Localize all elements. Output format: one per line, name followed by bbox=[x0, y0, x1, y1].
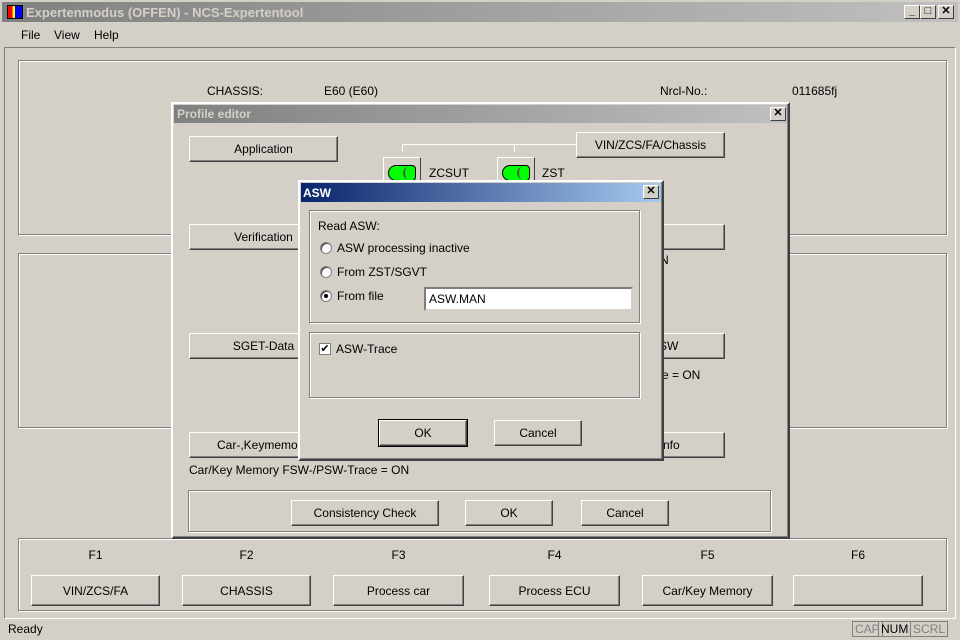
zcsut-label: ZCSUT bbox=[429, 166, 469, 180]
fkey-label-1: F1 bbox=[88, 548, 103, 562]
fkey-label-5: F5 bbox=[700, 548, 715, 562]
chassis-label: CHASSIS: bbox=[207, 84, 264, 98]
fkey-button-2[interactable]: CHASSIS bbox=[182, 575, 311, 606]
fkey-label-3: F3 bbox=[391, 548, 406, 562]
profile-editor-title: Profile editor bbox=[177, 107, 252, 121]
title-bar: Expertenmodus (OFFEN) - NCS-Expertentool… bbox=[0, 0, 960, 24]
consistency-check-button[interactable]: Consistency Check bbox=[291, 500, 439, 526]
asw-ok-button[interactable]: OK bbox=[378, 419, 468, 447]
asw-trace-label[interactable]: ASW-Trace bbox=[336, 342, 397, 356]
fkey-button-4[interactable]: Process ECU bbox=[489, 575, 620, 606]
fkey-label-2: F2 bbox=[239, 548, 254, 562]
partial-status-2: e = ON bbox=[662, 368, 701, 382]
profile-cancel-button[interactable]: Cancel bbox=[581, 500, 669, 526]
profile-editor-close[interactable]: ✕ bbox=[770, 107, 786, 121]
menu-help[interactable]: Help bbox=[94, 28, 119, 42]
profile-ok-button[interactable]: OK bbox=[465, 500, 553, 526]
minimize-button[interactable]: _ bbox=[904, 5, 920, 19]
menu-file[interactable]: File bbox=[21, 28, 40, 42]
asw-close[interactable]: ✕ bbox=[643, 185, 659, 199]
scrl-indicator: SCRL bbox=[910, 621, 949, 637]
menu-view[interactable]: View bbox=[54, 28, 80, 42]
zst-label: ZST bbox=[542, 166, 565, 180]
connector-tick bbox=[514, 144, 515, 152]
nrcl-value: 011685fj bbox=[792, 84, 838, 98]
fkey-button-6[interactable] bbox=[793, 575, 923, 606]
profile-editor-titlebar: Profile editor ✕ bbox=[174, 105, 787, 123]
chassis-value: E60 (E60) bbox=[324, 84, 379, 98]
fkey-label-4: F4 bbox=[547, 548, 562, 562]
radio-from-file[interactable] bbox=[320, 290, 332, 302]
read-asw-label: Read ASW: bbox=[318, 219, 380, 233]
vin-zcs-fa-chassis-button[interactable]: VIN/ZCS/FA/Chassis bbox=[576, 132, 725, 158]
radio-zst-sgvt-label[interactable]: From ZST/SGVT bbox=[337, 265, 427, 279]
connector-line bbox=[402, 144, 576, 152]
fkey-button-1[interactable]: VIN/ZCS/FA bbox=[31, 575, 160, 606]
fkey-button-3[interactable]: Process car bbox=[333, 575, 464, 606]
app-icon bbox=[7, 5, 23, 19]
carkey-status: Car/Key Memory FSW-/PSW-Trace = ON bbox=[189, 463, 410, 477]
asw-cancel-button[interactable]: Cancel bbox=[494, 420, 582, 446]
radio-inactive[interactable] bbox=[320, 242, 332, 254]
menu-bar: File View Help bbox=[2, 24, 958, 46]
asw-titlebar: ASW ✕ bbox=[301, 183, 661, 202]
fkey-label-6: F6 bbox=[850, 548, 865, 562]
nrcl-label: Nrcl-No.: bbox=[660, 84, 708, 98]
file-input[interactable] bbox=[424, 287, 633, 311]
radio-from-file-label[interactable]: From file bbox=[337, 289, 384, 303]
radio-zst-sgvt[interactable] bbox=[320, 266, 332, 278]
num-indicator: NUM bbox=[878, 621, 912, 637]
fkey-button-5[interactable]: Car/Key Memory bbox=[642, 575, 773, 606]
window-title: Expertenmodus (OFFEN) - NCS-Expertentool bbox=[26, 5, 304, 20]
close-button[interactable]: ✕ bbox=[938, 5, 954, 19]
radio-inactive-label[interactable]: ASW processing inactive bbox=[337, 241, 470, 255]
application-button[interactable]: Application bbox=[189, 136, 338, 162]
maximize-button[interactable]: □ bbox=[920, 5, 936, 19]
status-text: Ready bbox=[8, 622, 43, 636]
asw-trace-checkbox[interactable]: ✔ bbox=[319, 343, 331, 355]
asw-title: ASW bbox=[303, 186, 331, 200]
